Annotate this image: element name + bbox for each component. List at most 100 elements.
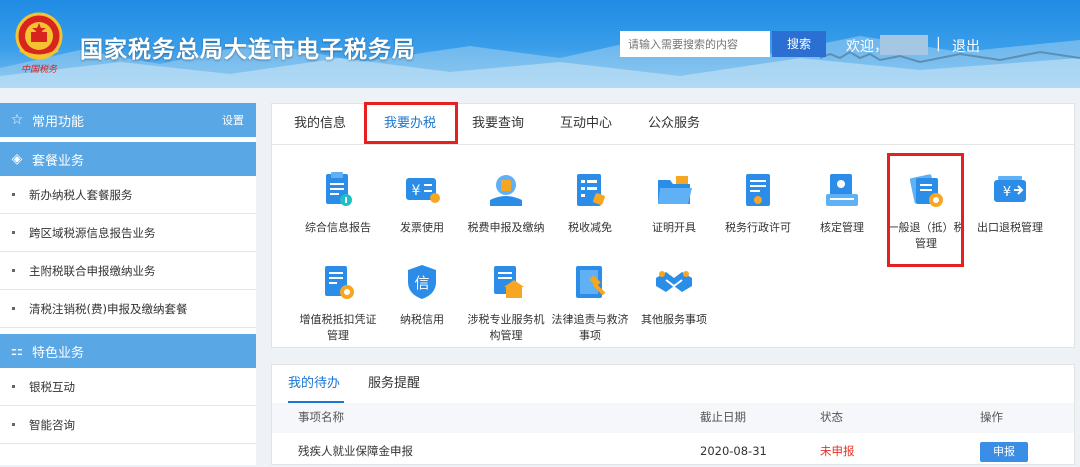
service-invoice[interactable]: ¥ 发票使用 xyxy=(380,170,464,236)
service-label: 出口退税管理 xyxy=(977,221,1043,234)
service-export-refund[interactable]: ¥ 出口退税管理 xyxy=(968,170,1052,236)
status-badge: 未申报 xyxy=(820,444,855,458)
col-action: 操作 xyxy=(980,410,1003,424)
sidebar-item-label: 新办纳税人套餐服务 xyxy=(29,187,133,202)
invoice-icon: ¥ xyxy=(406,178,440,203)
sidebar-item-label: 银税互动 xyxy=(29,379,75,394)
license-icon xyxy=(746,174,770,206)
logout-link[interactable]: 退出 xyxy=(952,36,980,56)
service-label: 税务行政许可 xyxy=(725,221,791,234)
sidebar-item-joint-declare[interactable]: 主附税联合申报缴纳业务 xyxy=(0,252,256,290)
col-status: 状态 xyxy=(820,410,843,424)
table-row: 残疾人就业保障金申报 2020-08-31 未申报 申报 xyxy=(272,437,1074,467)
service-agency[interactable]: 涉税专业服务机构管理 xyxy=(464,262,548,344)
col-deadline: 截止日期 xyxy=(700,410,746,424)
service-declare-pay[interactable]: 税费申报及缴纳 xyxy=(464,170,548,236)
tab-my-todo[interactable]: 我的待办 xyxy=(288,365,344,403)
sidebar-item-label: 清税注销税(费)申报及缴纳套餐 xyxy=(29,301,188,316)
bullet xyxy=(12,385,15,388)
reduction-icon xyxy=(577,174,605,206)
vat-icon xyxy=(325,266,354,299)
service-tax-credit[interactable]: 信 纳税信用 xyxy=(380,262,464,328)
tab-my-info[interactable]: 我的信息 xyxy=(282,104,358,144)
currency-glyph: ¥ xyxy=(1003,185,1011,200)
star-icon: ☆ xyxy=(10,112,24,128)
service-vat-deduction[interactable]: 增值税抵扣凭证管理 xyxy=(296,262,380,344)
layers-icon: ◈ xyxy=(11,151,23,167)
search-input[interactable] xyxy=(620,31,770,57)
service-other[interactable]: 其他服务事项 xyxy=(632,262,716,328)
service-label: 一般退（抵）税管理 xyxy=(887,221,965,250)
bullet xyxy=(12,307,15,310)
credit-glyph: 信 xyxy=(414,274,429,292)
bullet xyxy=(12,231,15,234)
service-label: 税收减免 xyxy=(568,221,612,234)
agency-icon xyxy=(494,266,524,298)
law-icon xyxy=(576,266,606,298)
handshake-icon xyxy=(656,271,692,292)
credit-icon: 信 xyxy=(408,265,436,299)
service-label: 增值税抵扣凭证管理 xyxy=(299,313,377,342)
service-certificate[interactable]: 证明开具 xyxy=(632,170,716,236)
grid-icon: ⚏ xyxy=(10,343,24,359)
service-panel: 我的信息 我要办税 我要查询 互动中心 公众服务 综合信息报告 ¥ 发票使用 税… xyxy=(271,103,1075,348)
tab-handle-tax[interactable]: 我要办税 xyxy=(372,104,448,144)
sidebar-item-new-taxpayer[interactable]: 新办纳税人套餐服务 xyxy=(0,176,256,214)
site-title: 国家税务总局大连市电子税务局 xyxy=(80,37,416,63)
tab-query[interactable]: 我要查询 xyxy=(460,104,536,144)
refund-icon xyxy=(909,174,943,207)
service-label: 证明开具 xyxy=(652,221,696,234)
bullet xyxy=(12,193,15,196)
sidebar: ☆ 常用功能 设置 ◈ 套餐业务 新办纳税人套餐服务 跨区域税源信息报告业务 主… xyxy=(0,103,256,465)
sidebar-special-header[interactable]: ⚏ 特色业务 xyxy=(0,334,256,368)
sidebar-item-deregistration[interactable]: 清税注销税(费)申报及缴纳套餐 xyxy=(0,290,256,328)
tab-interaction[interactable]: 互动中心 xyxy=(548,104,624,144)
service-tax-reduction[interactable]: 税收减免 xyxy=(548,170,632,236)
sidebar-special-label: 特色业务 xyxy=(32,345,85,361)
service-label: 发票使用 xyxy=(400,221,444,234)
main-tabs: 我的信息 我要办税 我要查询 互动中心 公众服务 xyxy=(272,104,1074,145)
sidebar-item-label: 智能咨询 xyxy=(29,417,75,432)
sidebar-package-header[interactable]: ◈ 套餐业务 xyxy=(0,142,256,176)
todo-item-name: 残疾人就业保障金申报 xyxy=(298,444,413,458)
tab-public-service[interactable]: 公众服务 xyxy=(636,104,712,144)
tax-emblem-icon: 中国税务 xyxy=(15,12,63,75)
search-button[interactable]: 搜索 xyxy=(772,31,826,57)
service-comprehensive-report[interactable]: 综合信息报告 xyxy=(296,170,380,236)
sidebar-package-label: 套餐业务 xyxy=(32,153,85,169)
check-icon xyxy=(826,174,858,206)
service-label: 纳税信用 xyxy=(400,313,444,326)
bullet xyxy=(12,269,15,272)
service-label: 法律追责与救济事项 xyxy=(551,313,629,342)
declare-button[interactable]: 申报 xyxy=(980,442,1028,462)
todo-panel: 我的待办 服务提醒 事项名称 截止日期 状态 操作 残疾人就业保障金申报 202… xyxy=(271,364,1075,465)
header-separator: | xyxy=(936,36,941,52)
service-general-refund[interactable]: 一般退（抵）税管理 xyxy=(884,170,968,252)
tab-service-reminder[interactable]: 服务提醒 xyxy=(368,365,424,403)
currency-glyph: ¥ xyxy=(412,183,421,199)
service-label: 税费申报及缴纳 xyxy=(467,221,545,234)
sidebar-common-header[interactable]: ☆ 常用功能 设置 xyxy=(0,103,256,137)
report-icon xyxy=(326,172,352,206)
declare-icon xyxy=(490,175,522,206)
col-item-name: 事项名称 xyxy=(298,410,344,424)
sidebar-item-label: 跨区域税源信息报告业务 xyxy=(29,225,156,240)
sidebar-settings-link[interactable]: 设置 xyxy=(222,112,244,128)
sidebar-item-label: 主附税联合申报缴纳业务 xyxy=(29,263,156,278)
service-label: 核定管理 xyxy=(820,221,864,234)
sidebar-item-cross-region[interactable]: 跨区域税源信息报告业务 xyxy=(0,214,256,252)
service-label: 其他服务事项 xyxy=(641,313,707,326)
bullet xyxy=(12,423,15,426)
export-refund-icon: ¥ xyxy=(994,176,1026,202)
service-admin-license[interactable]: 税务行政许可 xyxy=(716,170,800,236)
service-label: 综合信息报告 xyxy=(305,221,371,234)
service-verification[interactable]: 核定管理 xyxy=(800,170,884,236)
sidebar-item-bank-tax[interactable]: 银税互动 xyxy=(0,368,256,406)
sidebar-item-smart-consult[interactable]: 智能咨询 xyxy=(0,406,256,444)
user-name-redacted xyxy=(880,35,928,55)
folder-icon xyxy=(658,176,692,204)
sidebar-common-label: 常用功能 xyxy=(32,114,85,130)
service-label: 涉税专业服务机构管理 xyxy=(467,313,545,342)
todo-table-header: 事项名称 截止日期 状态 操作 xyxy=(272,403,1074,433)
service-legal[interactable]: 法律追责与救济事项 xyxy=(548,262,632,344)
